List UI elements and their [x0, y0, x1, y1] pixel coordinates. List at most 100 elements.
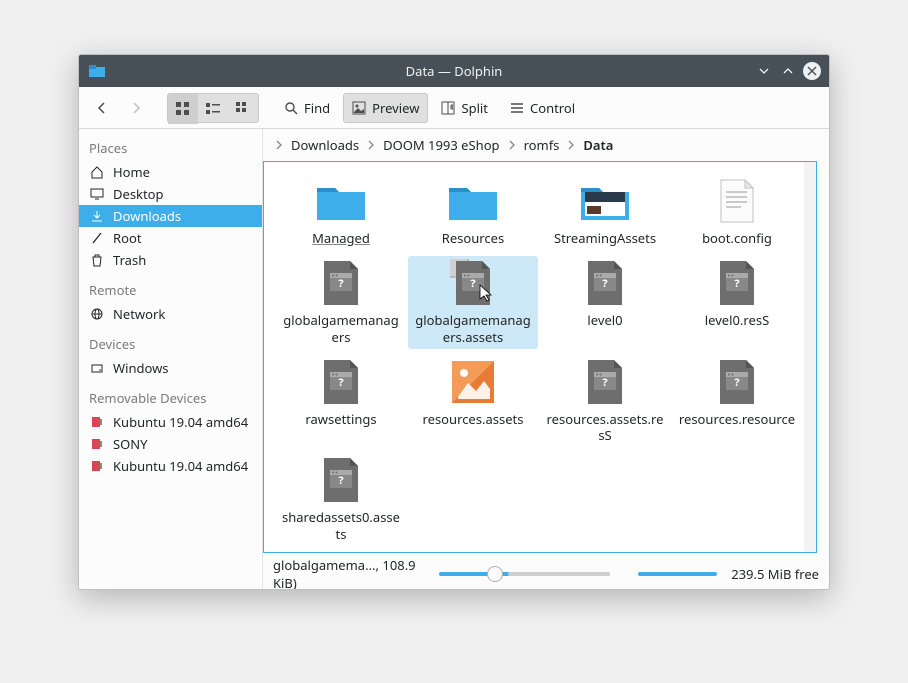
file-item[interactable]: resources.assets — [408, 355, 538, 448]
file-item[interactable]: ? globalgamemanagers — [276, 256, 406, 349]
breadcrumb-segment[interactable]: Data — [583, 136, 613, 154]
svg-text:?: ? — [734, 375, 740, 390]
removable-icon — [89, 414, 105, 430]
file-item[interactable]: ? level0.resS — [672, 256, 802, 349]
desktop-icon — [89, 186, 105, 202]
titlebar[interactable]: Data — Dolphin — [79, 55, 829, 87]
file-item[interactable]: ? resources.assets.resS — [540, 355, 670, 448]
file-thumbnail — [445, 178, 501, 224]
file-name: Managed — [312, 230, 370, 246]
preview-label: Preview — [372, 99, 419, 117]
sidebar-item-desktop[interactable]: Desktop — [79, 183, 262, 205]
file-item[interactable]: ? rawsettings — [276, 355, 406, 448]
sidebar-item-label: Desktop — [113, 185, 164, 203]
breadcrumb-segment[interactable]: Downloads — [291, 136, 359, 154]
breadcrumb-segment[interactable]: romfs — [524, 136, 560, 154]
file-thumbnail: ? — [313, 457, 369, 503]
file-item[interactable]: ? globalgamemanagers.assets — [408, 256, 538, 349]
sidebar-item-sony[interactable]: SONY — [79, 433, 262, 455]
file-view[interactable]: Managed Resources StreamingAssets boot.conf… — [263, 161, 817, 553]
svg-text:?: ? — [734, 276, 740, 291]
trash-icon — [89, 252, 105, 268]
sidebar-item-label: Network — [113, 305, 165, 323]
window-title: Data — Dolphin — [79, 62, 829, 80]
file-name: StreamingAssets — [554, 230, 656, 246]
sidebar-section-title: Removable Devices — [79, 379, 262, 411]
preview-button[interactable]: Preview — [343, 93, 428, 123]
sidebar-item-network[interactable]: Network — [79, 303, 262, 325]
sidebar-item-label: SONY — [113, 435, 148, 453]
sidebar-item-label: Home — [113, 163, 150, 181]
split-button[interactable]: Split — [432, 93, 497, 123]
sidebar-item-downloads[interactable]: Downloads — [79, 205, 262, 227]
file-thumbnail: ? — [313, 359, 369, 405]
sidebar-item-label: Trash — [113, 251, 146, 269]
file-name: level0.resS — [705, 312, 769, 328]
find-button[interactable]: Find — [275, 93, 339, 123]
svg-text:?: ? — [338, 375, 344, 390]
toolbar: Find Preview Split Control — [79, 87, 829, 129]
split-label: Split — [461, 99, 488, 117]
close-button[interactable] — [803, 62, 821, 80]
svg-text:?: ? — [338, 473, 344, 488]
chevron-right-icon — [275, 140, 283, 150]
scrollbar[interactable] — [804, 162, 816, 552]
file-name: boot.config — [702, 230, 772, 246]
sidebar-item-kubuntu-19-04-amd64[interactable]: Kubuntu 19.04 amd64 — [79, 411, 262, 433]
sidebar-item-label: Root — [113, 229, 142, 247]
sidebar-item-kubuntu-19-04-amd64[interactable]: Kubuntu 19.04 amd64 — [79, 455, 262, 477]
file-thumbnail: ? — [445, 260, 501, 306]
sidebar-section-title: Places — [79, 129, 262, 161]
sidebar[interactable]: PlacesHomeDesktopDownloadsRootTrashRemot… — [79, 129, 263, 589]
minimize-button[interactable] — [755, 62, 773, 80]
drive-icon — [89, 360, 105, 376]
sidebar-item-label: Kubuntu 19.04 amd64 — [113, 457, 248, 475]
main: Downloads DOOM 1993 eShop romfs Data Manage… — [263, 129, 829, 589]
compact-view-button[interactable] — [198, 94, 228, 124]
sidebar-item-trash[interactable]: Trash — [79, 249, 262, 271]
control-button[interactable]: Control — [501, 93, 584, 123]
svg-text:?: ? — [602, 375, 608, 390]
free-space-text: 239.5 MiB free — [731, 565, 819, 583]
file-thumbnail — [313, 178, 369, 224]
file-name: globalgamemanagers.assets — [413, 312, 533, 345]
network-icon — [89, 306, 105, 322]
forward-button[interactable] — [121, 93, 151, 123]
breadcrumb-segment[interactable]: DOOM 1993 eShop — [383, 136, 499, 154]
file-name: globalgamemanagers — [281, 312, 401, 345]
file-name: level0 — [587, 312, 622, 328]
breadcrumb[interactable]: Downloads DOOM 1993 eShop romfs Data — [263, 129, 829, 161]
zoom-slider[interactable] — [439, 572, 610, 576]
file-item[interactable]: ? sharedassets0.assets — [276, 453, 406, 546]
sidebar-item-root[interactable]: Root — [79, 227, 262, 249]
svg-text:?: ? — [470, 276, 476, 291]
file-item[interactable]: StreamingAssets — [540, 174, 670, 250]
control-label: Control — [530, 99, 575, 117]
svg-text:?: ? — [338, 276, 344, 291]
icons-view-button[interactable] — [168, 94, 198, 124]
file-name: resources.assets.resS — [545, 411, 665, 444]
file-thumbnail: ? — [313, 260, 369, 306]
sidebar-item-windows[interactable]: Windows — [79, 357, 262, 379]
file-thumbnail: ? — [709, 260, 765, 306]
download-icon — [89, 208, 105, 224]
statusbar: globalgamema..., 108.9 KiB) 239.5 MiB fr… — [263, 559, 829, 589]
file-thumbnail — [577, 178, 633, 224]
sidebar-item-label: Kubuntu 19.04 amd64 — [113, 413, 248, 431]
file-item[interactable]: Resources — [408, 174, 538, 250]
file-item[interactable]: Managed — [276, 174, 406, 250]
back-button[interactable] — [87, 93, 117, 123]
file-name: Resources — [442, 230, 504, 246]
file-item[interactable]: ? level0 — [540, 256, 670, 349]
maximize-button[interactable] — [779, 62, 797, 80]
sidebar-item-home[interactable]: Home — [79, 161, 262, 183]
details-view-button[interactable] — [228, 94, 258, 124]
svg-text:?: ? — [602, 276, 608, 291]
chevron-right-icon — [508, 140, 516, 150]
file-thumbnail — [445, 359, 501, 405]
file-name: sharedassets0.assets — [281, 509, 401, 542]
file-item[interactable]: ?resources.resource — [672, 355, 802, 448]
file-item[interactable]: boot.config — [672, 174, 802, 250]
removable-icon — [89, 436, 105, 452]
file-name: rawsettings — [305, 411, 376, 427]
